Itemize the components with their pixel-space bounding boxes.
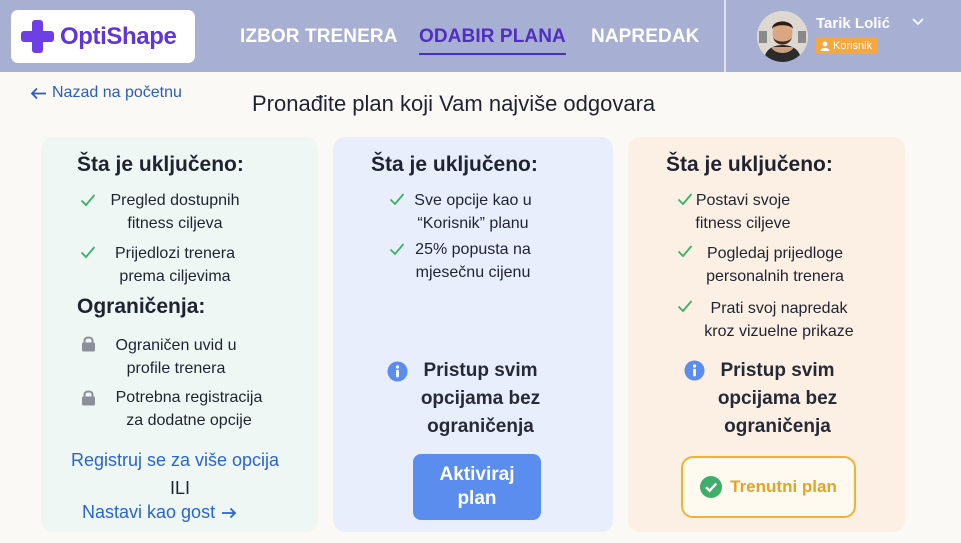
brand-logo[interactable]: OptiShape (11, 10, 195, 63)
nav-divider (724, 0, 726, 72)
back-link-label: Nazad na početnu (52, 84, 182, 101)
role-label: Korisnik (833, 39, 873, 52)
included-item: 25% popusta na mjesečnu cijenu (415, 241, 531, 281)
limit-item: Potrebna registracija za dodatne opcije (115, 389, 263, 429)
current-plan-button[interactable]: Trenutni plan (681, 456, 856, 518)
included-item: Prijedlozi trenera prema ciljevima (114, 245, 236, 285)
nav-link-napredak[interactable]: NAPREDAK (591, 26, 699, 48)
guest-link[interactable]: Nastavi kao gost (82, 502, 237, 523)
check-icon (389, 193, 405, 206)
guest-link-label: Nastavi kao gost (82, 502, 216, 522)
limits-heading: Ograničenja: (77, 295, 206, 318)
check-icon (80, 194, 96, 207)
included-item: Pogledaj prijedloge personalnih trenera (706, 245, 844, 285)
limit-item: Ograničen uvid u profile trenera (115, 337, 237, 377)
user-name: Tarik Lolić (816, 15, 890, 32)
activate-plan-button[interactable]: Aktiviraj plan (413, 454, 541, 520)
register-link[interactable]: Registruj se za više opcija (56, 450, 294, 471)
avatar[interactable] (757, 11, 808, 62)
included-heading: Šta je uključeno: (371, 153, 538, 176)
info-note: Pristup svim opcijama bez ograničenja (420, 360, 541, 437)
included-heading: Šta je uključeno: (77, 153, 244, 176)
or-text: ILI (169, 478, 190, 498)
included-item: Pregled dostupnih fitness ciljeva (110, 192, 240, 232)
included-item: Prati svoj napredak kroz vizuelne prikaz… (704, 300, 854, 340)
role-badge: Korisnik (816, 37, 878, 54)
nav-link-izbor-trenera[interactable]: IZBOR TRENERA (240, 26, 398, 48)
included-item: Sve opcije kao u “Korisnik” planu (414, 192, 532, 232)
lock-icon (82, 336, 95, 352)
arrow-left-icon (30, 87, 47, 100)
chevron-down-icon[interactable] (912, 17, 924, 27)
current-plan-label: Trenutni plan (730, 477, 837, 496)
check-icon (389, 243, 405, 256)
user-icon (820, 41, 830, 51)
page-title: Pronađite plan koji Vam najviše odgovara (252, 91, 656, 116)
brand-name: OptiShape (60, 22, 177, 50)
arrow-right-icon (222, 507, 237, 518)
lock-icon (82, 390, 95, 406)
top-navbar: OptiShape IZBOR TRENERA ODABIR PLANA NAP… (0, 0, 961, 72)
included-item: Postavi svoje fitness ciljeve (695, 192, 791, 232)
check-circle-icon (700, 476, 723, 498)
nav-link-odabir-plana[interactable]: ODABIR PLANA (419, 26, 566, 55)
info-note: Pristup svim opcijama bez ograničenja (717, 360, 838, 437)
check-icon (80, 246, 96, 259)
logo-cross-icon (21, 20, 54, 53)
included-heading: Šta je uključeno: (666, 153, 833, 176)
back-link[interactable]: Nazad na početnu (30, 84, 182, 102)
